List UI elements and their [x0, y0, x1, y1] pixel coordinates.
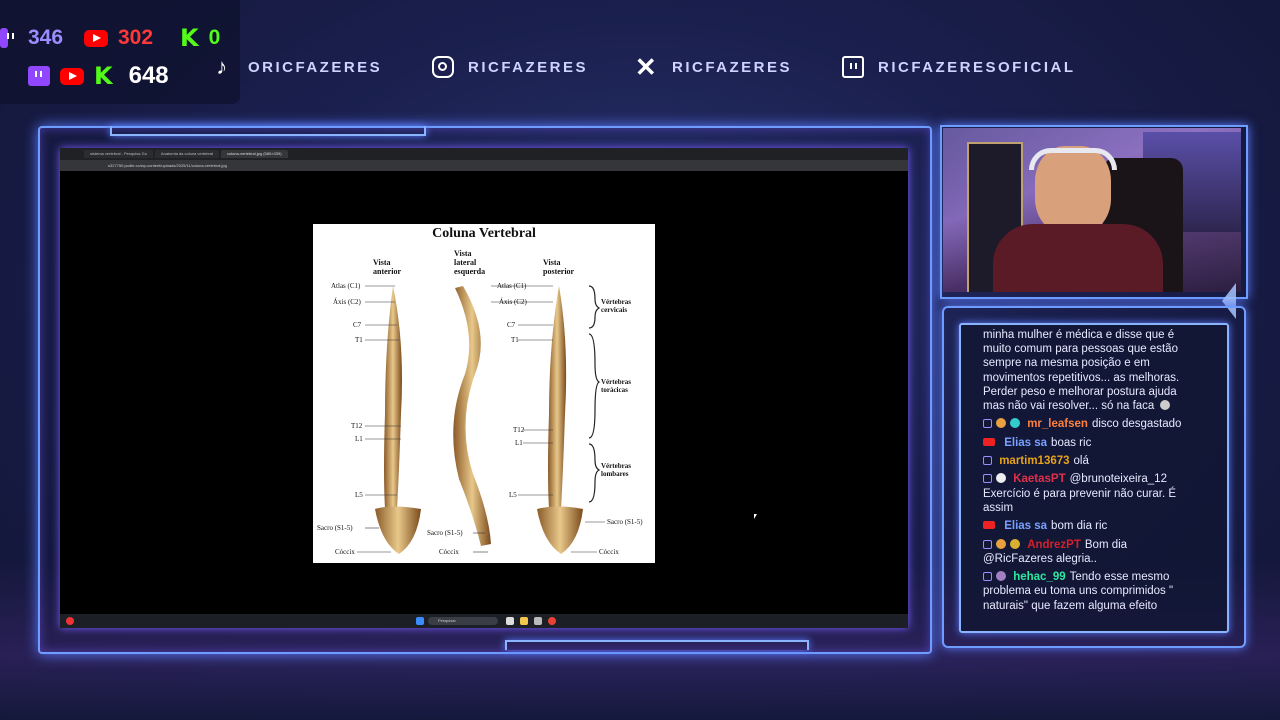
chat-username[interactable]: KaetasPT — [1013, 473, 1065, 485]
badge-icon — [996, 418, 1006, 429]
youtube-icon — [60, 67, 84, 85]
windows-start-icon[interactable] — [416, 617, 424, 625]
browser-tab[interactable]: coluna-vertebral.jpg (580×339) — [220, 150, 288, 158]
webcam-feed — [943, 128, 1241, 292]
chat-username[interactable]: Elias sa — [1004, 437, 1047, 449]
twitch-badge-icon — [983, 419, 992, 429]
label-t1: T1 — [511, 336, 519, 344]
label-coccix: Cóccix — [599, 548, 619, 556]
chat-username[interactable]: AndrezPT — [1027, 539, 1081, 551]
label-atlas: Atlas (C1) — [331, 282, 361, 290]
tiktok-icon: ♪ — [216, 54, 230, 79]
kick-icon: K — [94, 62, 113, 90]
chat-message: hehac_99 Tendo esse mesmo problema eu tom… — [983, 571, 1174, 612]
chat-username[interactable]: mr_leafsen — [1027, 418, 1088, 430]
spine-diagram: Coluna Vertebral Vista anterior Vista la… — [313, 224, 655, 563]
chat-username[interactable]: Elias sa — [1004, 520, 1047, 532]
label-c7: C7 — [353, 321, 362, 329]
total-count: K 648 — [28, 62, 169, 90]
youtube-badge-icon — [983, 437, 995, 446]
chat-message: KaetasPT @brunoteixeira_12 Exercício é pa… — [983, 473, 1177, 514]
chat-username[interactable]: hehac_99 — [1013, 571, 1065, 583]
chat-username[interactable]: martim13673 — [999, 455, 1069, 467]
twitch-icon — [0, 28, 9, 48]
label-coccix: Cóccix — [439, 548, 459, 556]
mouse-cursor — [754, 514, 757, 519]
label-axis: Áxis (C2) — [333, 298, 361, 306]
youtube-count: 302 — [84, 26, 153, 50]
file-explorer-icon[interactable] — [520, 617, 528, 625]
badge-icon — [996, 571, 1006, 582]
browser-tabs: sistema vertebral - Pesquisa Go Anatomia… — [60, 148, 908, 160]
instagram-icon — [430, 54, 456, 80]
social-twitch: RICFAZERESOFICIAL — [840, 54, 1076, 80]
label-l1: L1 — [355, 435, 363, 443]
label-l1: L1 — [515, 439, 523, 447]
store-icon[interactable] — [534, 617, 542, 625]
chat-messages: minha mulher é médica e disse que é muit… — [983, 325, 1195, 613]
label-sacro: Sacro (S1-5) — [607, 518, 643, 526]
youtube-badge-icon — [983, 521, 995, 530]
twitch-badge-icon — [983, 456, 992, 466]
skull-badge-icon — [996, 473, 1006, 484]
emote-icon — [1159, 400, 1170, 411]
group-toracic-label: Vértebras torácicas — [601, 378, 631, 394]
twitch-badge-icon — [983, 572, 992, 582]
browser-tab[interactable]: sistema vertebral - Pesquisa Go — [84, 150, 153, 158]
chat-message: martim13673 olá — [983, 454, 1195, 468]
badge-icon — [1010, 538, 1020, 549]
kick-count: K 0 — [180, 24, 221, 52]
group-lombar-label: Vértebras lombares — [601, 462, 631, 478]
shared-screen: sistema vertebral - Pesquisa Go Anatomia… — [60, 148, 908, 628]
kick-icon: K — [180, 24, 199, 52]
chat-panel: minha mulher é médica e disse que é muit… — [959, 323, 1229, 633]
group-cervical-label: Vértebras cervicais — [601, 298, 631, 314]
twitch-badge-icon — [983, 474, 992, 484]
label-sacro: Sacro (S1-5) — [317, 524, 353, 532]
label-sacro: Sacro (S1-5) — [427, 529, 463, 537]
social-x: ✕ RICFAZERES — [634, 51, 793, 82]
label-axis: Áxis (C2) — [499, 298, 527, 306]
badge-icon — [1010, 418, 1020, 429]
task-view-icon[interactable] — [506, 617, 514, 625]
x-icon: ✕ — [634, 51, 660, 82]
social-tiktok: ♪ ORICFAZERES — [210, 54, 382, 80]
twitch-icon — [28, 66, 50, 86]
chat-message: minha mulher é médica e disse que é muit… — [983, 328, 1180, 413]
viewer-stats-panel: 346 302 K 0 K 648 — [0, 0, 240, 104]
twitch-badge-icon — [983, 539, 992, 549]
headset — [1029, 148, 1117, 170]
label-t12: T12 — [513, 426, 525, 434]
taskbar-search[interactable]: Pesquisar — [428, 617, 498, 625]
social-instagram: RICFAZERES — [430, 54, 588, 80]
label-l5: L5 — [509, 491, 517, 499]
label-t12: T12 — [351, 422, 363, 430]
label-l5: L5 — [355, 491, 363, 499]
chrome-icon[interactable] — [548, 617, 556, 625]
streamer-body — [993, 224, 1163, 292]
label-coccix: Cóccix — [335, 548, 355, 556]
chat-message: mr_leafsen disco desgastado — [983, 417, 1195, 431]
twitch-count: 346 — [0, 26, 63, 50]
chat-message: Elias sa boas ric — [983, 436, 1195, 450]
twitch-icon — [840, 54, 866, 80]
windows-taskbar: Pesquisar — [60, 614, 908, 628]
frame-decoration-bottom — [505, 640, 809, 650]
chat-message: Elias sa bom dia ric — [983, 519, 1195, 533]
weather-icon — [66, 617, 74, 625]
browser-tab[interactable]: Anatomia da coluna vertebral — [154, 150, 219, 158]
label-c7: C7 — [507, 321, 516, 329]
address-bar[interactable]: s327750.podbr.cc/wp-content/uploads/2025… — [60, 160, 908, 171]
frame-decoration-top — [110, 126, 426, 136]
badge-icon — [996, 538, 1006, 549]
label-atlas: Atlas (C1) — [497, 282, 527, 290]
youtube-icon — [84, 29, 108, 47]
chat-message: AndrezPT Bom dia @RicFazeres alegria.. — [983, 538, 1128, 565]
label-t1: T1 — [355, 336, 363, 344]
